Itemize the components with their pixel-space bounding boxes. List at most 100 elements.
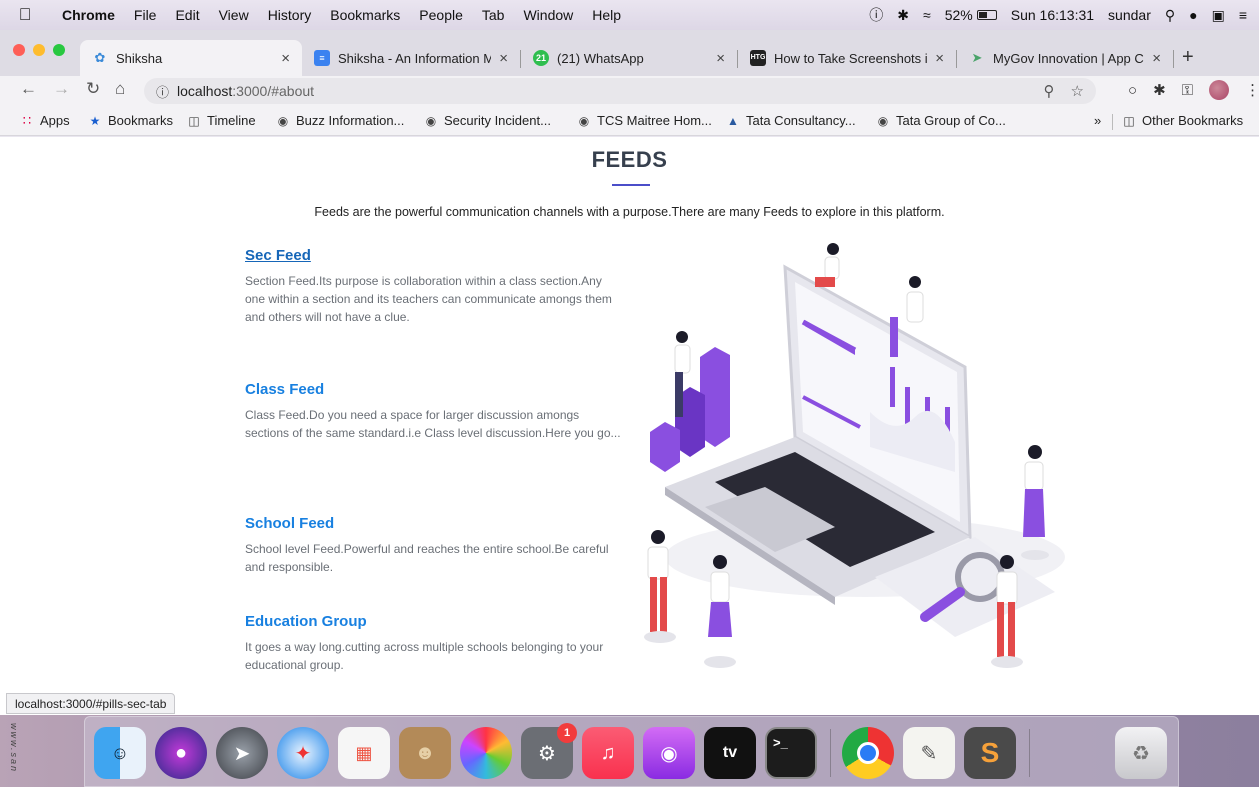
menu-window[interactable]: Window (523, 7, 573, 23)
home-icon[interactable]: ⌂ (115, 79, 125, 99)
education-group-link[interactable]: Education Group (245, 613, 625, 630)
input-source-flag-icon[interactable]: ▣ (1212, 7, 1225, 24)
close-tab-icon[interactable]: × (499, 50, 508, 67)
terminal-icon[interactable]: >_ (765, 727, 817, 779)
bookmark-separator (1112, 114, 1113, 130)
siri-icon[interactable]: ● (155, 727, 207, 779)
school-feed-link[interactable]: School Feed (245, 515, 625, 532)
password-key-icon[interactable]: ⚿ (1182, 82, 1193, 99)
bookmark-tata-group[interactable]: ◉ Tata Group of Co... (876, 113, 1006, 128)
contacts-icon[interactable]: ☻ (399, 727, 451, 779)
dock-separator (830, 729, 831, 777)
menu-edit[interactable]: Edit (175, 7, 199, 23)
back-arrow-icon[interactable]: ← (20, 79, 37, 99)
profile-avatar[interactable] (1209, 80, 1230, 100)
menu-tab[interactable]: Tab (482, 7, 505, 23)
menu-history[interactable]: History (268, 7, 312, 23)
overflow-chevron-icon: » (1094, 113, 1102, 128)
bookmark-label: Timeline (207, 113, 256, 128)
system-preferences-icon[interactable]: ⚙ 1 (521, 723, 577, 779)
address-bar[interactable]: ⓘ localhost:3000/#about ⚲ ☆ (144, 78, 1096, 104)
zoom-icon[interactable]: ⚲ (1044, 82, 1055, 100)
feed-description: Class Feed.Do you need a space for large… (245, 408, 621, 440)
trash-icon[interactable]: ♻ (1115, 727, 1167, 779)
bookmark-tata-consultancy[interactable]: ▲ Tata Consultancy... (726, 113, 856, 128)
chrome-icon[interactable] (842, 727, 894, 779)
bookmark-star-icon[interactable]: ☆ (1071, 82, 1084, 100)
apple-tv-icon[interactable]: tv (704, 727, 756, 779)
music-icon[interactable]: ♫ (582, 727, 634, 779)
bookmark-label: Other Bookmarks (1142, 113, 1244, 128)
extension-circle-icon[interactable]: ○ (1128, 82, 1137, 99)
close-tab-icon[interactable]: × (1152, 50, 1161, 67)
finder-icon[interactable]: ☺ (94, 727, 146, 779)
person-figure (815, 243, 840, 287)
zoom-window-button[interactable] (53, 44, 65, 56)
extensions-puzzle-icon[interactable]: ✱ (1153, 81, 1166, 99)
menu-view[interactable]: View (219, 7, 249, 23)
window-controls (13, 44, 65, 56)
tab-mygov[interactable]: ➤ MyGov Innovation | App Cha × (957, 40, 1173, 76)
google-docs-favicon-icon: ≡ (314, 50, 330, 66)
extensions-area: ○ ✱ ⚿ ⋮ (1128, 80, 1259, 100)
close-tab-icon[interactable]: × (281, 50, 290, 67)
menu-file[interactable]: File (134, 7, 157, 23)
battery-indicator[interactable]: 52% (945, 7, 997, 23)
forward-arrow-icon[interactable]: → (53, 79, 70, 99)
notification-center-icon[interactable]: ≡ (1239, 7, 1247, 23)
bookmark-label: TCS Maitree Hom... (597, 113, 712, 128)
tab-howtogeek[interactable]: HTG How to Take Screenshots in × (738, 40, 956, 76)
menu-help[interactable]: Help (592, 7, 621, 23)
photos-icon[interactable] (460, 727, 512, 779)
site-info-icon[interactable]: ⓘ (156, 82, 169, 101)
title-underline (612, 184, 650, 186)
bookmark-other[interactable]: ◫ Other Bookmarks (1122, 113, 1243, 128)
tab-title: MyGov Innovation | App Cha (993, 50, 1145, 66)
close-window-button[interactable] (13, 44, 25, 56)
wifi-icon[interactable]: ≈ (923, 7, 931, 23)
reload-icon[interactable]: ↻ (86, 79, 100, 99)
podcasts-icon[interactable]: ◉ (643, 727, 695, 779)
terminal-prompt-label: >_ (773, 735, 788, 750)
page-title: FEEDS (591, 147, 668, 172)
safari-icon[interactable]: ✦ (277, 727, 329, 779)
folder-icon: ◫ (1123, 113, 1135, 128)
textedit-icon[interactable]: ✎ (903, 727, 955, 779)
desktop-watermark-text: www.san (9, 723, 19, 774)
tab-whatsapp[interactable]: 21 (21) WhatsApp × (521, 40, 737, 76)
tata-logo-icon: ▲ (727, 113, 739, 128)
sec-feed-link[interactable]: Sec Feed (245, 247, 625, 264)
launchpad-icon[interactable]: ➤ (216, 727, 268, 779)
siri-menu-icon[interactable]: ● (1189, 7, 1197, 23)
chrome-menu-icon[interactable]: ⋮ (1245, 81, 1259, 99)
apple-menu-icon[interactable]:  (14, 5, 36, 25)
minimize-window-button[interactable] (33, 44, 45, 56)
feed-item-education-group: Education Group It goes a way long.cutti… (245, 613, 625, 674)
menu-people[interactable]: People (419, 7, 463, 23)
bookmarks-overflow-button[interactable]: » (1094, 113, 1101, 128)
menu-app-chrome[interactable]: Chrome (62, 7, 115, 23)
sublime-text-icon[interactable]: S (964, 727, 1016, 779)
class-feed-link[interactable]: Class Feed (245, 381, 625, 398)
user-name[interactable]: sundar (1108, 7, 1151, 23)
close-tab-icon[interactable]: × (716, 50, 725, 67)
bookmark-timeline[interactable]: ◫ Timeline (187, 113, 256, 128)
bookmark-security[interactable]: ◉ Security Incident... (424, 113, 551, 128)
bluetooth-icon[interactable]: ✱ (897, 7, 909, 24)
clock[interactable]: Sun 16:13:31 (1011, 7, 1094, 23)
tab-shiksha[interactable]: ✿ Shiksha × (80, 40, 302, 76)
laptop-people-illustration (644, 243, 1065, 668)
close-tab-icon[interactable]: × (935, 50, 944, 67)
app-grid-icon[interactable]: ▦ (338, 727, 390, 779)
bookmark-buzz[interactable]: ◉ Buzz Information... (276, 113, 405, 128)
tab-shiksha-doc[interactable]: ≡ Shiksha - An Information Ma × (302, 40, 520, 76)
globe-icon: ◉ (425, 113, 437, 128)
globe-icon: ◉ (877, 113, 889, 128)
menu-bookmarks[interactable]: Bookmarks (330, 7, 400, 23)
new-tab-button[interactable]: + (1182, 46, 1194, 69)
spotlight-search-icon[interactable]: ⚲ (1165, 7, 1175, 24)
bookmark-apps[interactable]: ∷ Apps (20, 113, 70, 128)
bookmark-bookmarks[interactable]: ★ Bookmarks (88, 113, 173, 128)
bookmark-tcs-maitree[interactable]: ◉ TCS Maitree Hom... (577, 113, 712, 128)
accessibility-icon[interactable]: ⓘ (869, 5, 883, 25)
